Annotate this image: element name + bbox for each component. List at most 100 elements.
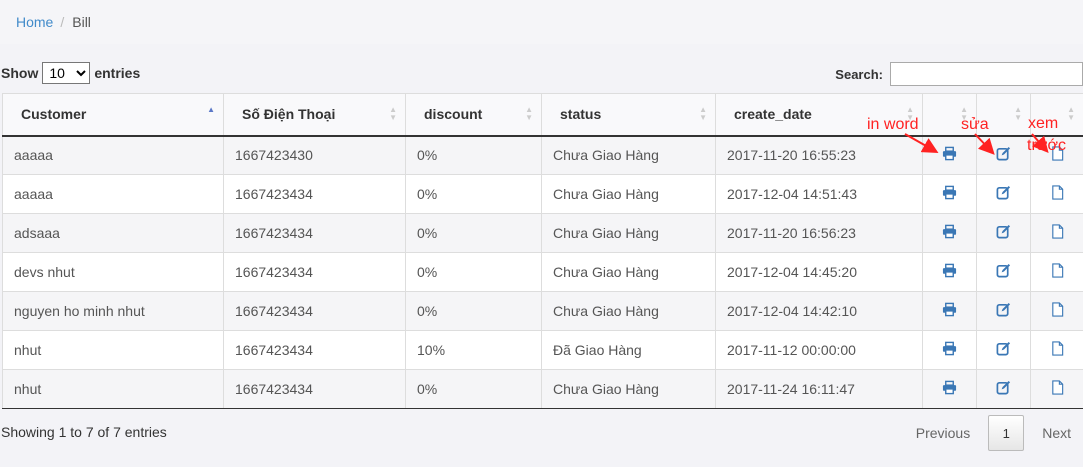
edit-icon[interactable] bbox=[995, 185, 1013, 203]
next-button[interactable]: Next bbox=[1030, 425, 1083, 441]
discount-cell: 0% bbox=[405, 135, 542, 175]
discount-cell: 0% bbox=[405, 369, 542, 409]
customer-cell: nhut bbox=[2, 330, 224, 370]
discount-cell: 0% bbox=[405, 291, 542, 331]
breadcrumb-separator: / bbox=[60, 14, 65, 30]
annotation-edit: sửa bbox=[961, 116, 989, 133]
annotation-print-word: in word bbox=[867, 116, 919, 133]
create-date-cell: 2017-11-12 00:00:00 bbox=[715, 330, 923, 370]
status-cell: Chưa Giao Hàng bbox=[541, 291, 716, 331]
create-date-cell: 2017-12-04 14:45:20 bbox=[715, 252, 923, 292]
sort-both-icon: ▲ ▼ bbox=[699, 105, 707, 122]
table-row: aaaaa 1667423434 0% Chưa Giao Hàng 2017-12-0… bbox=[2, 174, 1083, 214]
phone-cell: 1667423434 bbox=[223, 369, 406, 409]
header-phone[interactable]: Số Điện Thoại ▲ ▼ bbox=[223, 93, 406, 137]
table-info: Showing 1 to 7 of 7 entries bbox=[1, 424, 167, 440]
sort-asc-icon: ▲ bbox=[207, 105, 215, 114]
status-cell: Chưa Giao Hàng bbox=[541, 174, 716, 214]
page-1-button[interactable]: 1 bbox=[988, 415, 1025, 451]
phone-cell: 1667423430 bbox=[223, 135, 406, 175]
print-word-button-cell bbox=[922, 252, 977, 292]
entries-label: entries bbox=[94, 65, 141, 81]
edit-icon[interactable] bbox=[995, 341, 1013, 359]
header-status-label: status bbox=[560, 106, 602, 123]
table-header-row: Customer ▲ Số Điện Thoại ▲ ▼ discount ▲ ▼ sta… bbox=[2, 93, 1083, 137]
edit-icon[interactable] bbox=[995, 146, 1013, 164]
printer-icon[interactable] bbox=[941, 380, 959, 398]
file-icon[interactable] bbox=[1048, 263, 1066, 281]
edit-icon[interactable] bbox=[995, 380, 1013, 398]
printer-icon[interactable] bbox=[941, 185, 959, 203]
file-icon[interactable] bbox=[1048, 185, 1066, 203]
pagination: Previous 1 Next bbox=[904, 415, 1083, 451]
edit-icon[interactable] bbox=[995, 302, 1013, 320]
customer-cell: adsaaa bbox=[2, 213, 224, 253]
breadcrumb: Home / Bill bbox=[0, 0, 1083, 44]
entries-length-control: Show 10 entries bbox=[1, 62, 140, 84]
header-customer[interactable]: Customer ▲ bbox=[2, 93, 224, 137]
printer-icon[interactable] bbox=[941, 263, 959, 281]
sort-both-icon: ▲ ▼ bbox=[1014, 105, 1022, 122]
header-status[interactable]: status ▲ ▼ bbox=[541, 93, 716, 137]
bill-table: Customer ▲ Số Điện Thoại ▲ ▼ discount ▲ ▼ sta… bbox=[2, 93, 1083, 409]
entries-select[interactable]: 10 bbox=[42, 62, 91, 84]
file-icon[interactable] bbox=[1048, 224, 1066, 242]
phone-cell: 1667423434 bbox=[223, 213, 406, 253]
customer-cell: aaaaa bbox=[2, 135, 224, 175]
print-word-button-cell bbox=[922, 135, 977, 175]
status-cell: Chưa Giao Hàng bbox=[541, 369, 716, 409]
edit-icon[interactable] bbox=[995, 263, 1013, 281]
annotation-preview-line1: xem bbox=[1028, 115, 1059, 132]
search-input[interactable] bbox=[890, 62, 1083, 86]
edit-icon[interactable] bbox=[995, 224, 1013, 242]
breadcrumb-home-link[interactable]: Home bbox=[16, 14, 53, 30]
file-icon[interactable] bbox=[1048, 341, 1066, 359]
preview-button-cell bbox=[1030, 213, 1083, 253]
create-date-cell: 2017-11-24 16:11:47 bbox=[715, 369, 923, 409]
discount-cell: 0% bbox=[405, 252, 542, 292]
table-row: devs nhut 1667423434 0% Chưa Giao Hàng 2017-… bbox=[2, 252, 1083, 292]
annotation-preview-line2: trước bbox=[1027, 137, 1066, 154]
phone-cell: 1667423434 bbox=[223, 291, 406, 331]
table-body: aaaaa 1667423430 0% Chưa Giao Hàng 2017-11-2… bbox=[2, 135, 1083, 409]
sort-both-icon: ▲ ▼ bbox=[1067, 105, 1075, 122]
sort-both-icon: ▲ ▼ bbox=[525, 105, 533, 122]
table-row: nguyen ho minh nhut 1667423434 0% Chưa Giao… bbox=[2, 291, 1083, 331]
customer-cell: devs nhut bbox=[2, 252, 224, 292]
print-word-button-cell bbox=[922, 174, 977, 214]
edit-button-cell bbox=[976, 135, 1031, 175]
file-icon[interactable] bbox=[1048, 302, 1066, 320]
printer-icon[interactable] bbox=[941, 224, 959, 242]
discount-cell: 0% bbox=[405, 213, 542, 253]
status-cell: Chưa Giao Hàng bbox=[541, 252, 716, 292]
print-word-button-cell bbox=[922, 291, 977, 331]
header-phone-label: Số Điện Thoại bbox=[242, 106, 336, 123]
customer-cell: nhut bbox=[2, 369, 224, 409]
discount-cell: 0% bbox=[405, 174, 542, 214]
create-date-cell: 2017-11-20 16:56:23 bbox=[715, 213, 923, 253]
table-row: nhut 1667423434 10% Đã Giao Hàng 2017-11-12 … bbox=[2, 330, 1083, 370]
discount-cell: 10% bbox=[405, 330, 542, 370]
edit-button-cell bbox=[976, 369, 1031, 409]
previous-button[interactable]: Previous bbox=[904, 425, 982, 441]
create-date-cell: 2017-12-04 14:42:10 bbox=[715, 291, 923, 331]
file-icon[interactable] bbox=[1048, 380, 1066, 398]
phone-cell: 1667423434 bbox=[223, 174, 406, 214]
header-discount-label: discount bbox=[424, 106, 483, 123]
edit-button-cell bbox=[976, 252, 1031, 292]
edit-button-cell bbox=[976, 213, 1031, 253]
printer-icon[interactable] bbox=[941, 146, 959, 164]
status-cell: Chưa Giao Hàng bbox=[541, 135, 716, 175]
status-cell: Chưa Giao Hàng bbox=[541, 213, 716, 253]
status-cell: Đã Giao Hàng bbox=[541, 330, 716, 370]
show-label: Show bbox=[1, 65, 39, 81]
table-row: adsaaa 1667423434 0% Chưa Giao Hàng 2017-11-… bbox=[2, 213, 1083, 253]
printer-icon[interactable] bbox=[941, 341, 959, 359]
printer-icon[interactable] bbox=[941, 302, 959, 320]
print-word-button-cell bbox=[922, 330, 977, 370]
print-word-button-cell bbox=[922, 369, 977, 409]
preview-button-cell bbox=[1030, 252, 1083, 292]
customer-cell: aaaaa bbox=[2, 174, 224, 214]
header-discount[interactable]: discount ▲ ▼ bbox=[405, 93, 542, 137]
preview-button-cell bbox=[1030, 291, 1083, 331]
